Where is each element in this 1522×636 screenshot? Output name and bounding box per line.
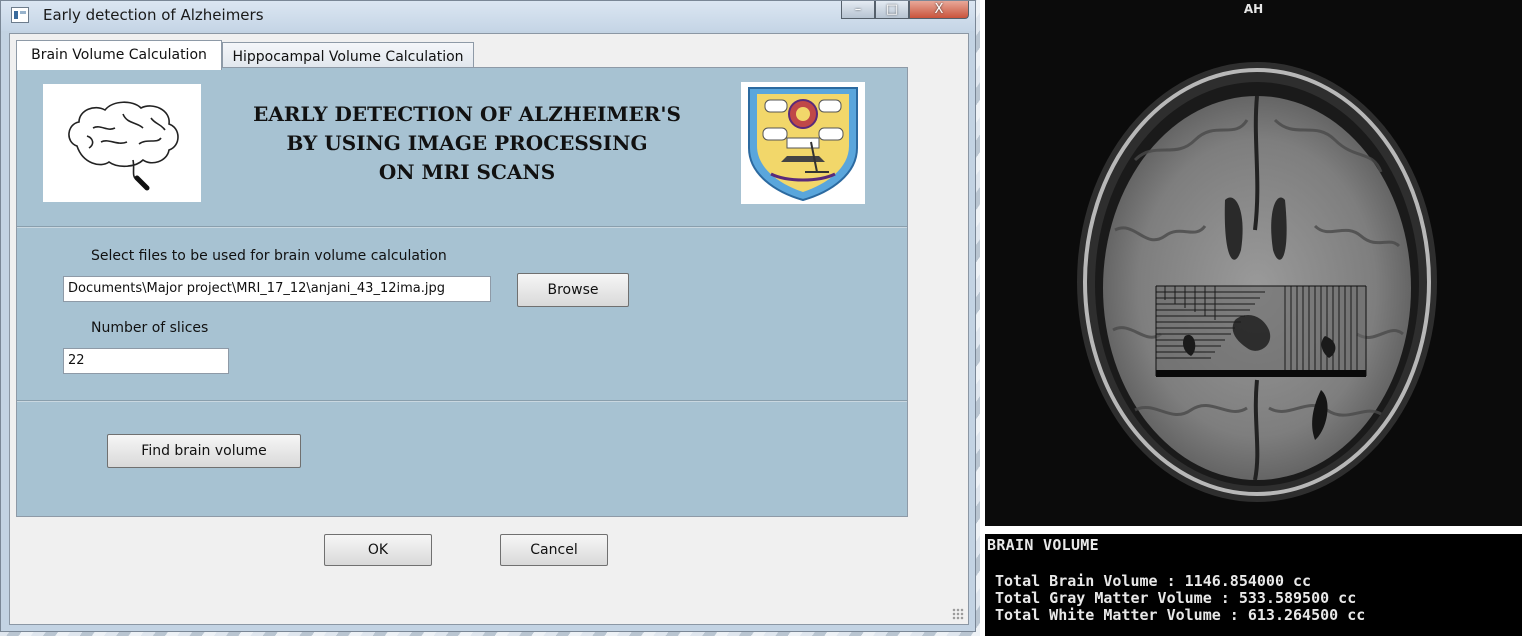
emblem-shield-icon	[748, 87, 858, 202]
find-brain-volume-button[interactable]: Find brain volume	[107, 434, 301, 468]
scan-region-overlay	[1155, 285, 1367, 377]
tab-brain-volume[interactable]: Brain Volume Calculation	[16, 40, 222, 70]
app-icon	[11, 7, 29, 23]
heading-line-3: ON MRI SCANS	[378, 160, 556, 184]
browse-button[interactable]: Browse	[517, 273, 629, 307]
mri-scan-view: AH	[985, 0, 1522, 526]
slices-input[interactable]: 22	[63, 348, 229, 374]
mri-brain-image	[1077, 62, 1437, 502]
desktop-background: Early detection of Alzheimers – □ X Brai…	[0, 0, 980, 636]
brain-logo	[43, 84, 201, 202]
app-heading: EARLY DETECTION OF ALZHEIMER'S BY USING …	[217, 100, 717, 187]
console-title: BRAIN VOLUME	[987, 536, 1099, 554]
tab-panel: EARLY DETECTION OF ALZHEIMER'S BY USING …	[16, 67, 908, 517]
heading-line-2: BY USING IMAGE PROCESSING	[286, 131, 648, 155]
ok-button[interactable]: OK	[324, 534, 432, 566]
heading-line-1: EARLY DETECTION OF ALZHEIMER'S	[253, 102, 681, 126]
gray-matter-volume-line: Total Gray Matter Volume : 533.589500 cc	[995, 589, 1357, 607]
console-output: BRAIN VOLUME Total Brain Volume : 1146.8…	[985, 534, 1522, 636]
slices-label: Number of slices	[91, 320, 209, 336]
institution-emblem	[741, 82, 865, 204]
tab-hippocampal-volume[interactable]: Hippocampal Volume Calculation	[222, 42, 474, 70]
window-title: Early detection of Alzheimers	[43, 6, 264, 24]
resize-grip[interactable]	[952, 608, 964, 620]
dialog-client-area: Brain Volume Calculation Hippocampal Vol…	[9, 33, 969, 625]
divider	[17, 400, 907, 402]
total-brain-volume-line: Total Brain Volume : 1146.854000 cc	[995, 572, 1312, 590]
app-window: Early detection of Alzheimers – □ X Brai…	[0, 0, 976, 632]
file-path-input[interactable]: Documents\Major project\MRI_17_12\anjani…	[63, 276, 491, 302]
brain-icon	[68, 101, 179, 191]
cancel-button[interactable]: Cancel	[500, 534, 608, 566]
minimize-button[interactable]: –	[841, 1, 875, 19]
title-bar[interactable]: Early detection of Alzheimers – □ X	[1, 1, 975, 31]
caption-buttons: – □ X	[841, 1, 969, 21]
orientation-label: AH	[1243, 2, 1264, 16]
maximize-button[interactable]: □	[875, 1, 909, 19]
file-select-label: Select files to be used for brain volume…	[91, 248, 447, 264]
white-matter-volume-line: Total White Matter Volume : 613.264500 c…	[995, 606, 1366, 624]
divider	[17, 226, 907, 228]
close-button[interactable]: X	[909, 1, 969, 19]
